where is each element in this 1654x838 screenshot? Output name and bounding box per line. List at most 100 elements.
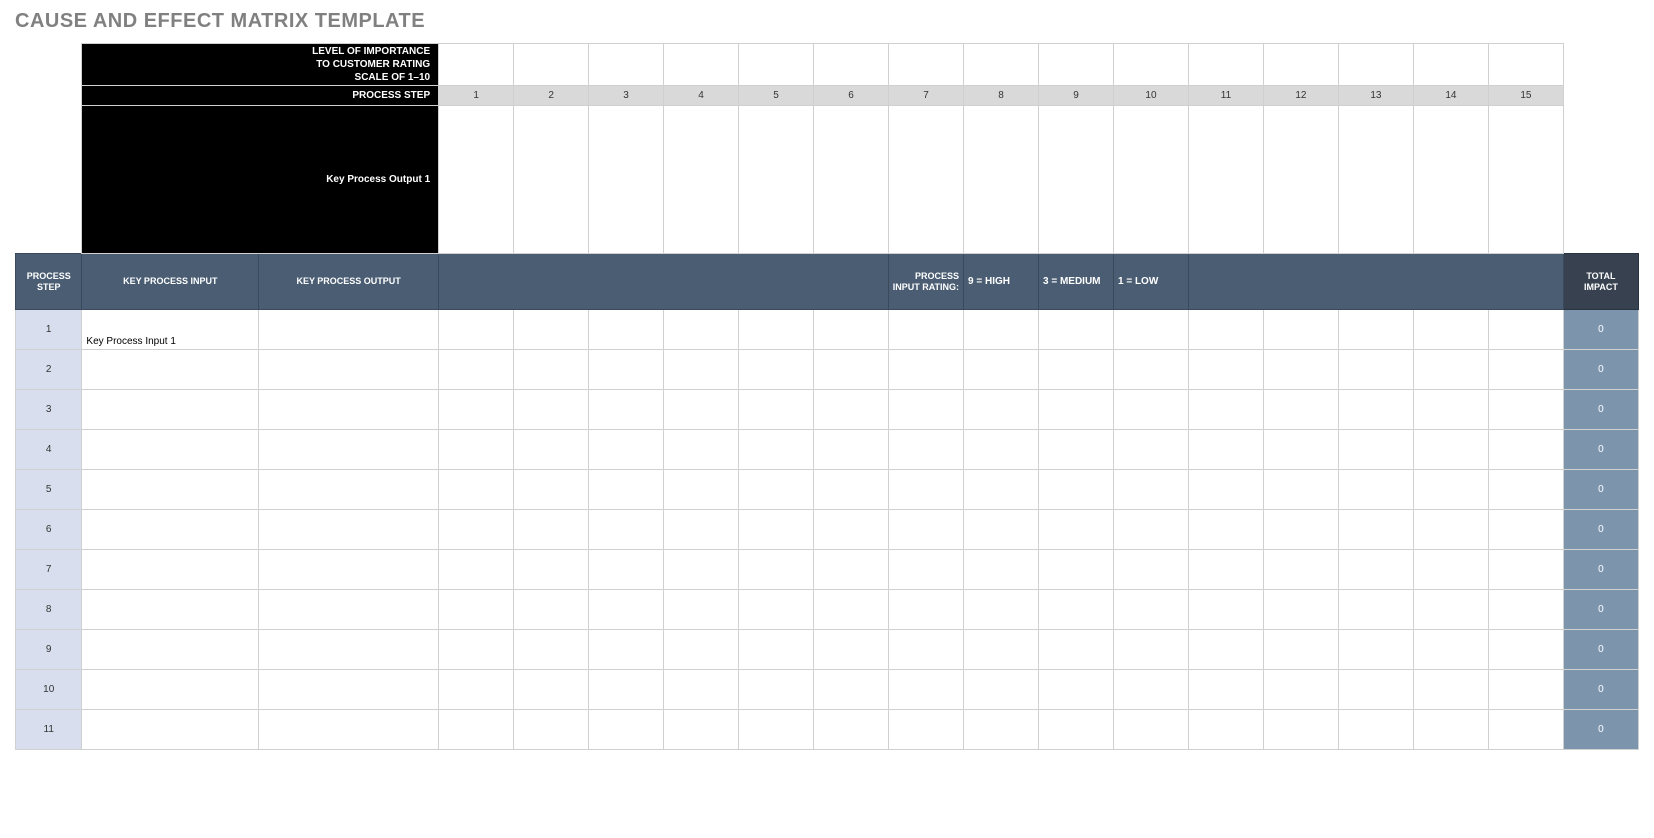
- rating-cell[interactable]: [1113, 630, 1188, 670]
- rating-cell[interactable]: [1188, 630, 1263, 670]
- rating-cell[interactable]: [589, 550, 664, 590]
- rating-cell[interactable]: [1113, 350, 1188, 390]
- output-cell[interactable]: [1338, 106, 1413, 254]
- rating-cell[interactable]: [814, 510, 889, 550]
- rating-cell[interactable]: [1039, 430, 1114, 470]
- rating-cell[interactable]: [1188, 590, 1263, 630]
- rating-cell[interactable]: [889, 390, 964, 430]
- rating-cell[interactable]: [964, 670, 1039, 710]
- rating-cell[interactable]: [1039, 510, 1114, 550]
- rating-cell[interactable]: [1188, 310, 1263, 350]
- rating-cell[interactable]: [514, 310, 589, 350]
- rating-cell[interactable]: [1039, 590, 1114, 630]
- rating-cell[interactable]: [739, 510, 814, 550]
- rating-cell[interactable]: [589, 630, 664, 670]
- rating-cell[interactable]: [814, 350, 889, 390]
- key-process-output-cell[interactable]: [259, 630, 439, 670]
- rating-cell[interactable]: [1488, 510, 1563, 550]
- rating-cell[interactable]: [514, 630, 589, 670]
- rating-cell[interactable]: [439, 310, 514, 350]
- importance-cell[interactable]: [1039, 44, 1114, 86]
- rating-cell[interactable]: [1488, 350, 1563, 390]
- rating-cell[interactable]: [1488, 590, 1563, 630]
- output-cell[interactable]: [514, 106, 589, 254]
- output-cell[interactable]: [814, 106, 889, 254]
- rating-cell[interactable]: [664, 510, 739, 550]
- rating-cell[interactable]: [964, 590, 1039, 630]
- rating-cell[interactable]: [514, 670, 589, 710]
- rating-cell[interactable]: [1113, 710, 1188, 750]
- rating-cell[interactable]: [1188, 710, 1263, 750]
- rating-cell[interactable]: [964, 310, 1039, 350]
- importance-cell[interactable]: [1488, 44, 1563, 86]
- rating-cell[interactable]: [514, 350, 589, 390]
- rating-cell[interactable]: [514, 590, 589, 630]
- output-cell[interactable]: [1263, 106, 1338, 254]
- rating-cell[interactable]: [889, 670, 964, 710]
- rating-cell[interactable]: [1488, 470, 1563, 510]
- rating-cell[interactable]: [664, 630, 739, 670]
- output-cell[interactable]: [664, 106, 739, 254]
- importance-cell[interactable]: [514, 44, 589, 86]
- rating-cell[interactable]: [1039, 670, 1114, 710]
- rating-cell[interactable]: [1263, 630, 1338, 670]
- rating-cell[interactable]: [1188, 550, 1263, 590]
- rating-cell[interactable]: [664, 310, 739, 350]
- rating-cell[interactable]: [664, 430, 739, 470]
- importance-cell[interactable]: [889, 44, 964, 86]
- rating-cell[interactable]: [814, 310, 889, 350]
- importance-cell[interactable]: [1338, 44, 1413, 86]
- rating-cell[interactable]: [1263, 350, 1338, 390]
- rating-cell[interactable]: [739, 630, 814, 670]
- rating-cell[interactable]: [1263, 510, 1338, 550]
- key-process-input-cell[interactable]: [82, 510, 259, 550]
- key-process-output-cell[interactable]: [259, 710, 439, 750]
- rating-cell[interactable]: [814, 710, 889, 750]
- rating-cell[interactable]: [1188, 670, 1263, 710]
- rating-cell[interactable]: [589, 310, 664, 350]
- key-process-input-cell[interactable]: [82, 350, 259, 390]
- rating-cell[interactable]: [1338, 710, 1413, 750]
- rating-cell[interactable]: [1113, 550, 1188, 590]
- rating-cell[interactable]: [1113, 590, 1188, 630]
- rating-cell[interactable]: [1263, 710, 1338, 750]
- key-process-output-cell[interactable]: [259, 350, 439, 390]
- rating-cell[interactable]: [889, 310, 964, 350]
- rating-cell[interactable]: [1263, 550, 1338, 590]
- output-cell[interactable]: [889, 106, 964, 254]
- output-cell[interactable]: [739, 106, 814, 254]
- rating-cell[interactable]: [1263, 430, 1338, 470]
- rating-cell[interactable]: [589, 350, 664, 390]
- rating-cell[interactable]: [1413, 550, 1488, 590]
- rating-cell[interactable]: [1113, 390, 1188, 430]
- rating-cell[interactable]: [1039, 630, 1114, 670]
- rating-cell[interactable]: [739, 590, 814, 630]
- rating-cell[interactable]: [1338, 470, 1413, 510]
- rating-cell[interactable]: [439, 430, 514, 470]
- rating-cell[interactable]: [739, 670, 814, 710]
- rating-cell[interactable]: [439, 630, 514, 670]
- rating-cell[interactable]: [1039, 470, 1114, 510]
- importance-cell[interactable]: [814, 44, 889, 86]
- rating-cell[interactable]: [1039, 310, 1114, 350]
- rating-cell[interactable]: [664, 390, 739, 430]
- rating-cell[interactable]: [814, 470, 889, 510]
- rating-cell[interactable]: [1338, 630, 1413, 670]
- rating-cell[interactable]: [814, 430, 889, 470]
- importance-cell[interactable]: [1413, 44, 1488, 86]
- rating-cell[interactable]: [1488, 390, 1563, 430]
- rating-cell[interactable]: [1338, 350, 1413, 390]
- key-process-output-cell[interactable]: [259, 550, 439, 590]
- key-process-input-cell[interactable]: [82, 550, 259, 590]
- rating-cell[interactable]: [1039, 350, 1114, 390]
- rating-cell[interactable]: [889, 470, 964, 510]
- output-cell[interactable]: [439, 106, 514, 254]
- key-process-output-cell[interactable]: [259, 310, 439, 350]
- rating-cell[interactable]: [1039, 390, 1114, 430]
- importance-cell[interactable]: [1188, 44, 1263, 86]
- key-process-input-cell[interactable]: [82, 710, 259, 750]
- rating-cell[interactable]: [739, 430, 814, 470]
- key-process-input-cell[interactable]: [82, 430, 259, 470]
- rating-cell[interactable]: [964, 510, 1039, 550]
- rating-cell[interactable]: [1113, 310, 1188, 350]
